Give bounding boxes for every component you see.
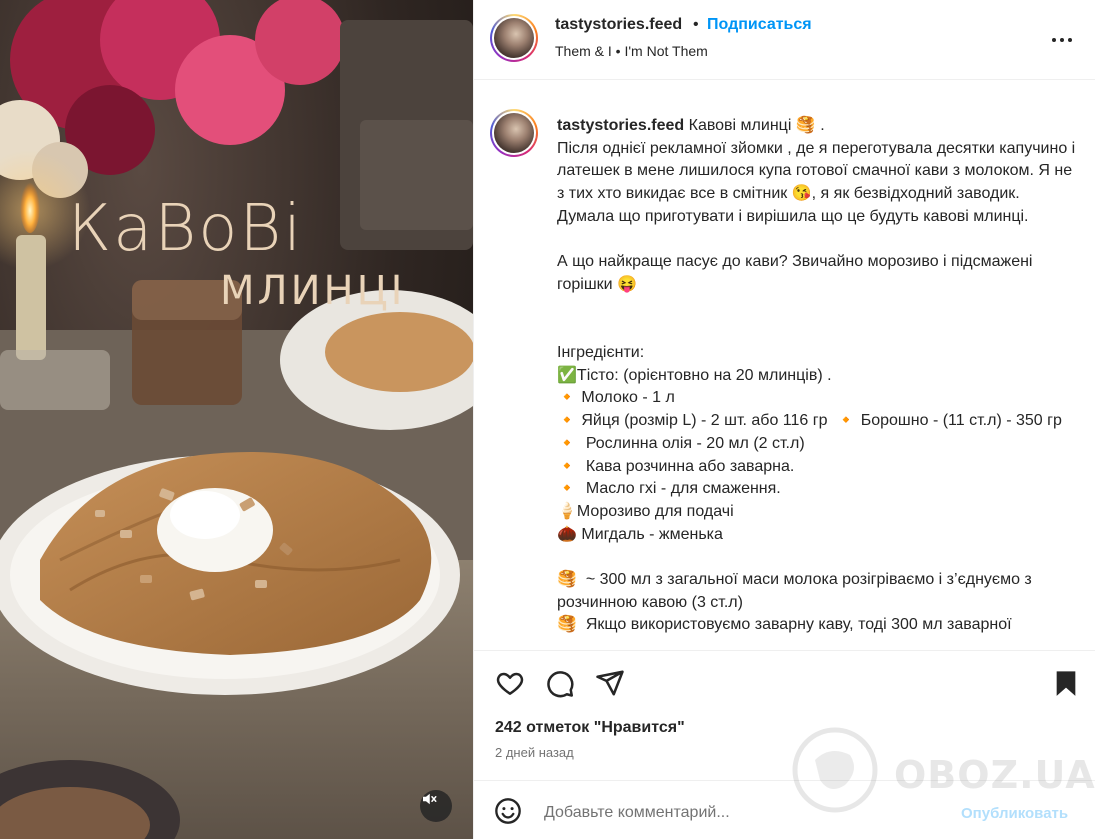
action-bar xyxy=(474,651,1095,715)
like-count[interactable]: 242 отметок "Нравится" xyxy=(495,719,685,737)
mute-button[interactable] xyxy=(420,790,452,822)
follow-button[interactable]: Подписаться xyxy=(707,16,812,34)
image-title-line1: КаВоВі xyxy=(68,192,304,266)
comment-button[interactable] xyxy=(544,667,576,699)
save-button[interactable] xyxy=(1050,667,1082,699)
caption-author[interactable]: tastystories.feed xyxy=(557,117,684,134)
caption-avatar[interactable] xyxy=(490,109,538,157)
food-photo xyxy=(0,0,473,839)
comment-bar: Добавьте комментарий... Опубликовать xyxy=(474,780,1095,839)
comment-input[interactable]: Добавьте комментарий... xyxy=(544,804,730,822)
speaker-muted-icon xyxy=(423,793,437,805)
emoji-icon[interactable] xyxy=(494,797,522,825)
post-details-panel: tastystories.feed • Подписаться Them & I… xyxy=(473,0,1095,839)
bookmark-icon xyxy=(1056,671,1076,696)
author-avatar[interactable] xyxy=(490,14,538,62)
author-username[interactable]: tastystories.feed xyxy=(555,16,682,34)
comment-icon xyxy=(547,671,574,698)
caption-text: Кавові млинці 🥞 . Після однієї рекламної… xyxy=(557,117,1076,634)
like-button[interactable] xyxy=(494,667,526,699)
post-timestamp[interactable]: 2 дней назад xyxy=(495,745,574,760)
publish-button[interactable]: Опубликовать xyxy=(961,805,1068,822)
separator-dot: • xyxy=(693,16,699,33)
heart-icon xyxy=(496,672,524,695)
post-caption: tastystories.feed Кавові млинці 🥞 . Післ… xyxy=(557,115,1082,637)
more-options-icon[interactable] xyxy=(1052,30,1076,50)
share-button[interactable] xyxy=(594,667,626,699)
post-header: tastystories.feed • Подписаться Them & I… xyxy=(474,0,1095,80)
image-title-line2: МЛИНЦІ xyxy=(220,268,406,314)
share-icon xyxy=(596,670,624,696)
post-image[interactable]: КаВоВі МЛИНЦІ xyxy=(0,0,473,839)
caption-scroll-area[interactable]: tastystories.feed Кавові млинці 🥞 . Післ… xyxy=(474,81,1095,649)
audio-attribution[interactable]: Them & I • I'm Not Them xyxy=(555,43,708,59)
